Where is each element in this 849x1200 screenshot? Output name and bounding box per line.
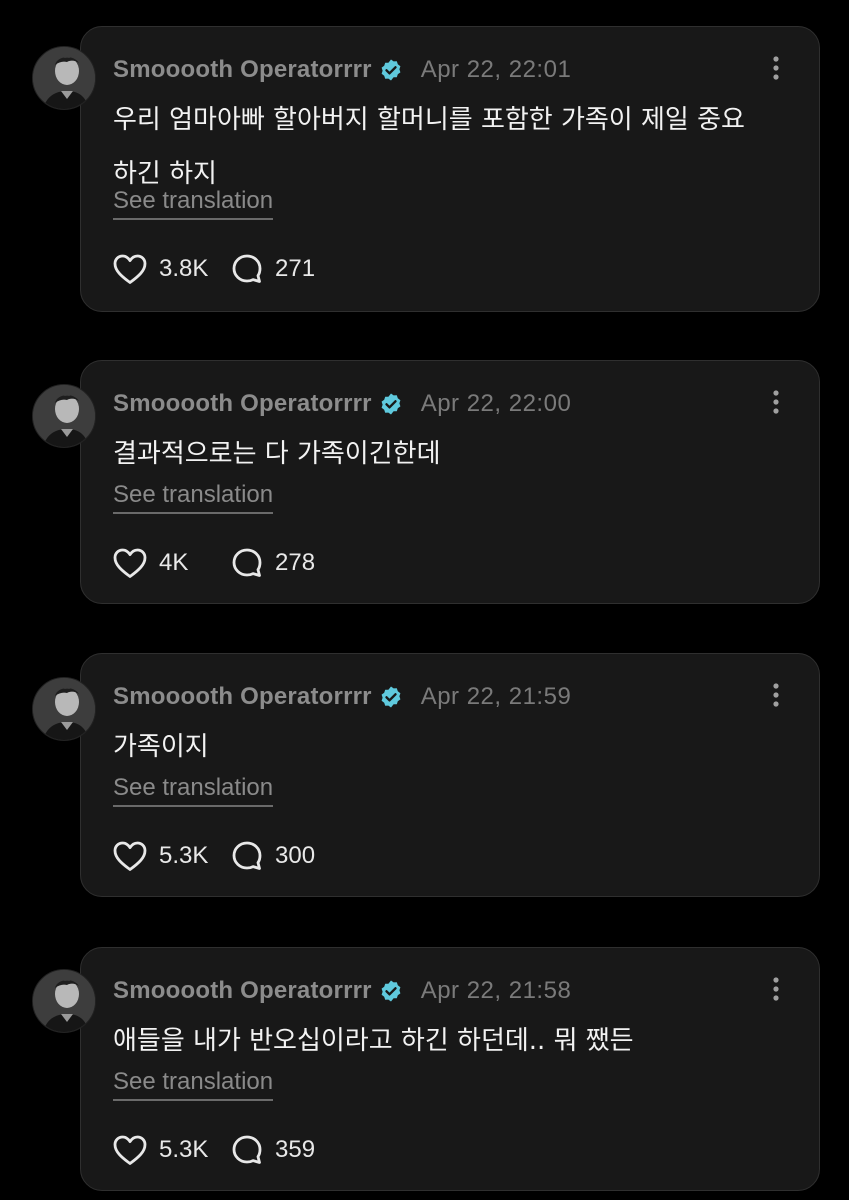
like-count: 5.3K bbox=[159, 842, 209, 869]
like-count: 5.3K bbox=[159, 1136, 209, 1163]
post-header: Smooooth Operatorrrr Apr 22, 21:58 bbox=[113, 974, 571, 1008]
heart-icon bbox=[113, 548, 147, 578]
verified-badge-icon bbox=[379, 58, 403, 82]
thread-post: Smooooth Operatorrrr Apr 22, 21:58 애들을 내… bbox=[0, 947, 849, 1193]
reply-count: 278 bbox=[275, 549, 316, 576]
profile-avatar[interactable] bbox=[32, 969, 96, 1033]
comment-bubble-icon bbox=[232, 1135, 262, 1164]
comment-bubble-icon bbox=[232, 548, 262, 577]
like-button[interactable]: 4K bbox=[113, 548, 231, 578]
author-name[interactable]: Smooooth Operatorrrr bbox=[113, 56, 372, 84]
more-vertical-icon[interactable] bbox=[769, 976, 783, 1002]
thread-feed: Smooooth Operatorrrr Apr 22, 22:01 우리 엄마… bbox=[0, 0, 849, 1200]
post-actions: 5.3K 300 bbox=[113, 838, 315, 874]
reply-button[interactable]: 300 bbox=[231, 840, 315, 872]
post-card[interactable]: Smooooth Operatorrrr Apr 22, 22:00 결과적으로… bbox=[80, 360, 820, 604]
see-translation-link[interactable]: See translation bbox=[113, 481, 274, 514]
post-card[interactable]: Smooooth Operatorrrr Apr 22, 21:59 가족이지 … bbox=[80, 653, 820, 897]
post-timestamp: Apr 22, 21:59 bbox=[420, 683, 572, 710]
profile-avatar[interactable] bbox=[32, 677, 96, 741]
author-name[interactable]: Smooooth Operatorrrr bbox=[113, 683, 372, 711]
post-timestamp: Apr 22, 22:00 bbox=[420, 390, 572, 417]
post-text: 결과적으로는 다 가족이긴한데 bbox=[113, 439, 441, 469]
reply-count: 300 bbox=[275, 842, 316, 869]
reply-count: 359 bbox=[275, 1136, 316, 1163]
more-vertical-icon[interactable] bbox=[769, 682, 783, 708]
post-timestamp: Apr 22, 21:58 bbox=[420, 977, 572, 1004]
post-actions: 3.8K 271 bbox=[113, 251, 315, 287]
thread-post: Smooooth Operatorrrr Apr 22, 22:00 결과적으로… bbox=[0, 360, 849, 606]
post-actions: 5.3K 359 bbox=[113, 1132, 315, 1168]
author-name[interactable]: Smooooth Operatorrrr bbox=[113, 390, 372, 418]
heart-icon bbox=[113, 841, 147, 871]
more-vertical-icon[interactable] bbox=[769, 389, 783, 415]
thread-post: Smooooth Operatorrrr Apr 22, 21:59 가족이지 … bbox=[0, 653, 849, 899]
heart-icon bbox=[113, 1135, 147, 1165]
like-count: 3.8K bbox=[159, 255, 209, 282]
post-text: 가족이지 bbox=[113, 732, 209, 762]
post-actions: 4K 278 bbox=[113, 545, 315, 581]
comment-bubble-icon bbox=[232, 841, 262, 870]
comment-bubble-icon bbox=[232, 254, 262, 283]
post-header: Smooooth Operatorrrr Apr 22, 21:59 bbox=[113, 680, 571, 714]
more-vertical-icon[interactable] bbox=[769, 55, 783, 81]
reply-button[interactable]: 278 bbox=[231, 547, 315, 579]
post-text: 우리 엄마아빠 할아버지 할머니를 포함한 가족이 제일 중요하긴 하지 bbox=[113, 105, 745, 189]
like-count: 4K bbox=[159, 549, 189, 576]
reply-button[interactable]: 271 bbox=[231, 253, 315, 285]
like-button[interactable]: 3.8K bbox=[113, 254, 231, 284]
heart-icon bbox=[113, 254, 147, 284]
reply-button[interactable]: 359 bbox=[231, 1134, 315, 1166]
like-button[interactable]: 5.3K bbox=[113, 1135, 231, 1165]
profile-avatar[interactable] bbox=[32, 384, 96, 448]
thread-post: Smooooth Operatorrrr Apr 22, 22:01 우리 엄마… bbox=[0, 26, 849, 314]
author-name[interactable]: Smooooth Operatorrrr bbox=[113, 977, 372, 1005]
see-translation-link[interactable]: See translation bbox=[113, 187, 274, 220]
like-button[interactable]: 5.3K bbox=[113, 841, 231, 871]
post-card[interactable]: Smooooth Operatorrrr Apr 22, 22:01 우리 엄마… bbox=[80, 26, 820, 312]
post-header: Smooooth Operatorrrr Apr 22, 22:01 bbox=[113, 53, 571, 87]
verified-badge-icon bbox=[379, 392, 403, 416]
post-text: 애들을 내가 반오십이라고 하긴 하던데.. 뭐 쨌든 bbox=[113, 1026, 634, 1056]
verified-badge-icon bbox=[379, 685, 403, 709]
post-card[interactable]: Smooooth Operatorrrr Apr 22, 21:58 애들을 내… bbox=[80, 947, 820, 1191]
post-header: Smooooth Operatorrrr Apr 22, 22:00 bbox=[113, 387, 571, 421]
reply-count: 271 bbox=[275, 255, 316, 282]
verified-badge-icon bbox=[379, 979, 403, 1003]
see-translation-link[interactable]: See translation bbox=[113, 774, 274, 807]
profile-avatar[interactable] bbox=[32, 46, 96, 110]
see-translation-link[interactable]: See translation bbox=[113, 1068, 274, 1101]
post-timestamp: Apr 22, 22:01 bbox=[420, 56, 572, 83]
